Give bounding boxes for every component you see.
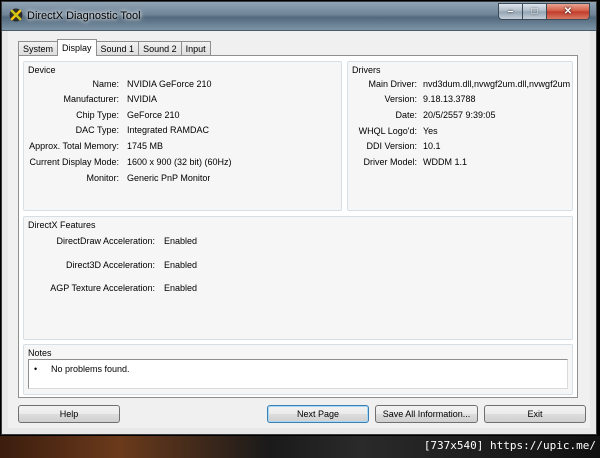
device-value-manufacturer: NVIDIA	[127, 94, 158, 104]
device-row-name: Name: NVIDIA GeForce 210	[24, 78, 341, 91]
display-tab-panel: Device Name: NVIDIA GeForce 210 Manufact…	[18, 55, 578, 398]
device-value-monitor: Generic PnP Monitor	[127, 173, 211, 183]
tab-sound-1[interactable]: Sound 1	[95, 41, 140, 56]
feature-row-directdraw: DirectDraw Acceleration: Enabled	[24, 235, 572, 248]
notes-textbox[interactable]: • No problems found.	[28, 359, 568, 389]
feature-label-directdraw: DirectDraw Acceleration:	[56, 236, 155, 246]
drivers-value-whql: Yes	[423, 126, 438, 136]
drivers-value-main-driver: nvd3dum.dll,nvwgf2um.dll,nvwgf2um	[423, 79, 571, 89]
feature-value-directdraw: Enabled	[164, 236, 198, 246]
feature-label-direct3d: Direct3D Acceleration:	[65, 260, 155, 270]
device-row-memory: Approx. Total Memory: 1745 MB	[24, 140, 341, 153]
features-group-title: DirectX Features	[28, 220, 96, 230]
tab-system[interactable]: System	[18, 41, 59, 56]
feature-value-direct3d: Enabled	[164, 260, 198, 270]
device-value-chip-type: GeForce 210	[127, 110, 180, 120]
drivers-value-version: 9.18.13.3788	[423, 94, 476, 104]
window-title: DirectX Diagnostic Tool	[27, 10, 141, 22]
drivers-group: Drivers Main Driver: nvd3dum.dll,nvwgf2u…	[347, 61, 573, 211]
device-row-chip-type: Chip Type: GeForce 210	[24, 109, 341, 122]
feature-value-agp-texture: Enabled	[164, 283, 198, 293]
feature-row-agp-texture: AGP Texture Acceleration: Enabled	[24, 282, 572, 295]
directx-features-group: DirectX Features DirectDraw Acceleration…	[23, 216, 573, 340]
caption-buttons: – □ ✕	[498, 3, 590, 21]
minimize-button[interactable]: –	[498, 3, 523, 20]
drivers-value-driver-model: WDDM 1.1	[423, 157, 468, 167]
next-page-button[interactable]: Next Page	[267, 405, 369, 423]
device-label-chip-type: Chip Type:	[76, 110, 119, 120]
directx-diagnostic-window: DirectX Diagnostic Tool – □ ✕ System Dis…	[1, 1, 597, 435]
notes-group: Notes • No problems found.	[23, 344, 573, 395]
drivers-label-ddi-version: DDI Version:	[366, 141, 417, 151]
feature-label-agp-texture: AGP Texture Acceleration:	[50, 283, 155, 293]
drivers-value-date: 20/5/2557 9:39:05	[423, 110, 496, 120]
exit-button[interactable]: Exit	[484, 405, 586, 423]
device-row-display-mode: Current Display Mode: 1600 x 900 (32 bit…	[24, 156, 341, 169]
tab-display[interactable]: Display	[57, 39, 97, 56]
device-row-manufacturer: Manufacturer: NVIDIA	[24, 93, 341, 106]
drivers-value-ddi-version: 10.1	[423, 141, 441, 151]
client-area: System Display Sound 1 Sound 2 Input Dev…	[8, 31, 590, 428]
drivers-row-date: Date: 20/5/2557 9:39:05	[348, 109, 572, 122]
drivers-row-driver-model: Driver Model: WDDM 1.1	[348, 156, 572, 169]
tab-sound-2[interactable]: Sound 2	[138, 41, 182, 56]
device-group: Device Name: NVIDIA GeForce 210 Manufact…	[23, 61, 342, 211]
title-bar[interactable]: DirectX Diagnostic Tool – □ ✕	[2, 2, 596, 31]
device-label-dac-type: DAC Type:	[75, 125, 119, 135]
drivers-group-title: Drivers	[352, 65, 381, 75]
drivers-row-main-driver: Main Driver: nvd3dum.dll,nvwgf2um.dll,nv…	[348, 78, 572, 91]
device-value-memory: 1745 MB	[127, 141, 164, 151]
notes-group-title: Notes	[28, 348, 52, 358]
device-label-memory: Approx. Total Memory:	[29, 141, 119, 151]
drivers-row-version: Version: 9.18.13.3788	[348, 93, 572, 106]
directx-x-icon	[9, 8, 23, 22]
device-value-display-mode: 1600 x 900 (32 bit) (60Hz)	[127, 157, 232, 167]
drivers-label-version: Version:	[384, 94, 417, 104]
image-watermark: [737x540] https://upic.me/	[423, 439, 596, 452]
device-label-monitor: Monitor:	[86, 173, 119, 183]
drivers-label-main-driver: Main Driver:	[368, 79, 417, 89]
minimize-icon: –	[507, 6, 514, 17]
device-label-display-mode: Current Display Mode:	[29, 157, 119, 167]
drivers-row-ddi-version: DDI Version: 10.1	[348, 140, 572, 153]
device-value-dac-type: Integrated RAMDAC	[127, 125, 210, 135]
device-value-name: NVIDIA GeForce 210	[127, 79, 212, 89]
feature-row-direct3d: Direct3D Acceleration: Enabled	[24, 259, 572, 272]
device-row-dac-type: DAC Type: Integrated RAMDAC	[24, 124, 341, 137]
device-label-manufacturer: Manufacturer:	[63, 94, 119, 104]
close-button[interactable]: ✕	[547, 3, 590, 20]
device-group-title: Device	[28, 65, 56, 75]
drivers-row-whql: WHQL Logo'd: Yes	[348, 125, 572, 138]
drivers-label-whql: WHQL Logo'd:	[358, 126, 417, 136]
maximize-icon: □	[531, 6, 538, 17]
note-text: No problems found.	[51, 364, 130, 374]
device-label-name: Name:	[92, 79, 119, 89]
maximize-button[interactable]: □	[523, 3, 547, 20]
help-button[interactable]: Help	[18, 405, 120, 423]
tab-strip: System Display Sound 1 Sound 2 Input	[18, 39, 211, 56]
close-icon: ✕	[563, 6, 573, 17]
tab-input[interactable]: Input	[180, 41, 211, 56]
note-bullet: •	[34, 364, 38, 374]
drivers-label-date: Date:	[395, 110, 417, 120]
device-row-monitor: Monitor: Generic PnP Monitor	[24, 172, 341, 185]
save-all-information-button[interactable]: Save All Information...	[375, 405, 478, 423]
drivers-label-driver-model: Driver Model:	[363, 157, 417, 167]
